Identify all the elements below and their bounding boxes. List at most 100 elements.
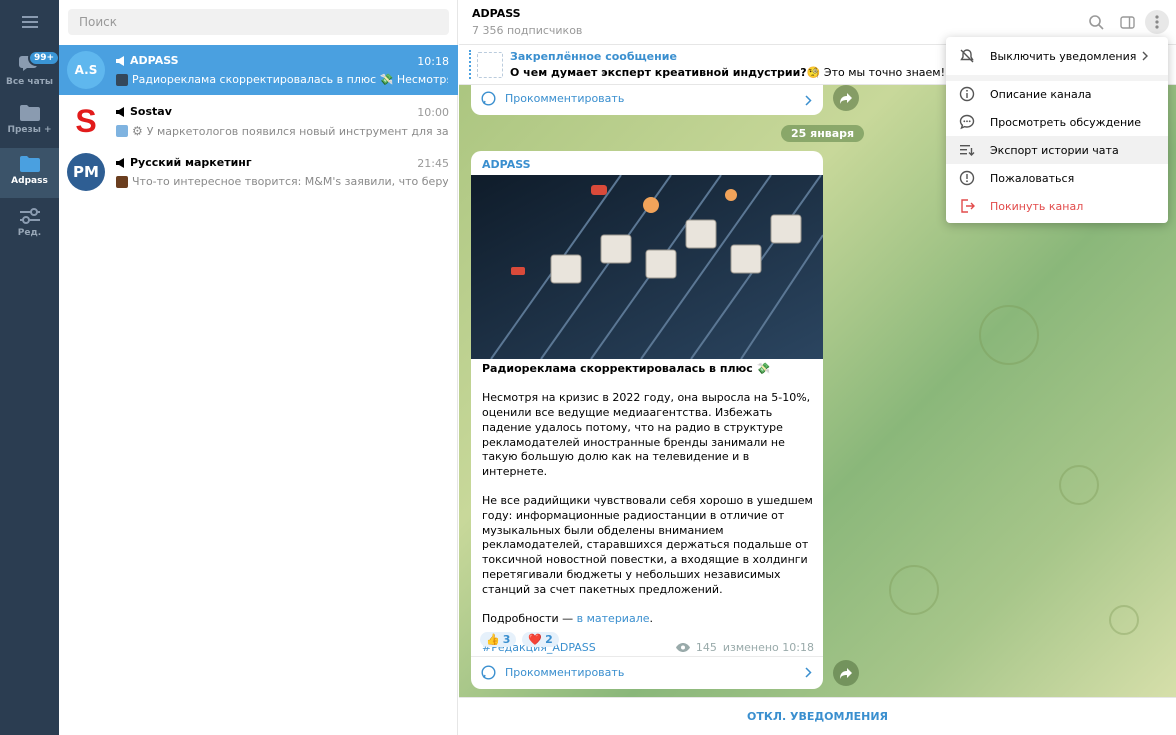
search-icon — [1088, 14, 1104, 30]
chat-time: 10:18 — [417, 55, 449, 68]
folder-label: Ред. — [17, 228, 42, 238]
chat-preview: У маркетологов появился новый инструмент… — [146, 124, 448, 138]
menu-label: Описание канала — [990, 87, 1092, 101]
menu-item-leave-channel[interactable]: Покинуть канал — [946, 192, 1168, 220]
folder-prezy[interactable]: Презы + — [0, 97, 59, 147]
discussion-icon — [959, 114, 975, 130]
view-count: 145 — [695, 641, 717, 654]
folders-rail: 99+ Все чаты Презы + Adpass Ред. — [0, 0, 61, 735]
more-button[interactable] — [1145, 10, 1169, 34]
background-doodle — [889, 565, 939, 615]
material-link[interactable]: в материале — [577, 612, 650, 625]
previous-post-bubble: Прокомментировать — [471, 85, 823, 115]
comment-button[interactable]: Прокомментировать — [481, 665, 624, 680]
pinned-thumbnail — [477, 52, 503, 78]
pinned-label: Закреплённое сообщение — [510, 50, 677, 63]
channel-icon — [116, 106, 124, 117]
more-prefix: Подробности — — [482, 611, 577, 625]
hamburger-icon — [21, 16, 38, 28]
comment-icon — [481, 665, 496, 680]
chat-name: ADPASS — [130, 54, 179, 67]
share-button[interactable] — [833, 85, 859, 111]
menu-item-export-history[interactable]: Экспорт истории чата — [946, 136, 1168, 164]
mixing-console-image — [471, 175, 823, 359]
post-author[interactable]: ADPASS — [482, 158, 531, 171]
chevron-right-icon — [1142, 51, 1148, 61]
report-icon — [959, 170, 975, 186]
menu-item-report[interactable]: Пожаловаться — [946, 164, 1168, 192]
post-meta: 145 изменено 10:18 — [675, 641, 814, 654]
search-input[interactable]: Поиск — [68, 9, 449, 35]
folder-label: Adpass — [11, 176, 48, 186]
chevron-right-icon — [805, 95, 812, 106]
gear-icon: ⚙ — [132, 124, 143, 138]
channel-title[interactable]: ADPASS — [472, 7, 521, 20]
menu-label: Пожаловаться — [990, 171, 1075, 185]
channel-icon — [116, 157, 124, 168]
menu-label: Выключить уведомления — [990, 49, 1137, 63]
search-button[interactable] — [1086, 12, 1106, 32]
post-photo-mixing-console[interactable] — [471, 175, 823, 359]
chat-preview: Радиореклама скорректировалась в плюс 💸 … — [132, 73, 448, 86]
avatar: A.S — [67, 51, 105, 89]
menu-label: Просмотреть обсуждение — [990, 115, 1142, 129]
heart-icon: ❤️ — [528, 633, 543, 646]
date-divider: 25 января — [781, 125, 865, 142]
chat-preview: Что-то интересное творится: M&M's заявил… — [132, 175, 448, 188]
post-body: Радиореклама скорректировалась в плюс 💸 … — [482, 362, 814, 671]
export-icon — [959, 142, 975, 158]
menu-label: Экспорт истории чата — [990, 143, 1119, 157]
sliders-icon — [19, 208, 40, 224]
main-menu-button[interactable] — [0, 0, 59, 44]
info-icon — [959, 86, 975, 102]
subscriber-count: 7 356 подписчиков — [472, 24, 583, 37]
post-paragraph-2: Не все радийщики чувствовали себя хорошо… — [482, 494, 813, 596]
share-button[interactable] — [833, 660, 859, 686]
chat-item-sostav[interactable]: S Sostav 10:00 ⚙ У маркетологов появился… — [59, 96, 458, 146]
post-paragraph-1: Несмотря на кризис в 2022 году, она выро… — [482, 391, 811, 478]
menu-item-channel-info[interactable]: Описание канала — [946, 80, 1168, 108]
sidebar-toggle-button[interactable] — [1117, 12, 1137, 32]
share-icon — [840, 667, 852, 679]
telegram-window: 99+ Все чаты Презы + Adpass Ред. Поиск A… — [0, 0, 1176, 735]
mute-notifications-button[interactable]: ОТКЛ. УВЕДОМЛЕНИЯ — [747, 710, 888, 723]
chat-item-adpass[interactable]: A.S ADPASS 10:18 Радиореклама скорректир… — [59, 45, 458, 95]
avatar: PM — [67, 153, 105, 191]
divider — [471, 656, 823, 657]
share-icon — [840, 92, 852, 104]
emoji-icon: 🧐 — [806, 66, 821, 79]
folder-all-chats[interactable]: 99+ Все чаты — [0, 45, 61, 95]
reaction-heart[interactable]: ❤️ 2 — [522, 632, 559, 647]
background-doodle — [1109, 605, 1139, 635]
eye-icon — [675, 643, 690, 652]
post-headline: Радиореклама скорректировалась в плюс 💸 — [482, 362, 771, 375]
pinned-text-bold: О чем думает эксперт креативной индустри… — [510, 66, 807, 79]
comment-button-top[interactable]: Прокомментировать — [481, 91, 624, 106]
bell-off-icon — [959, 48, 975, 64]
reaction-thumbs-up[interactable]: 👍 3 — [480, 632, 517, 647]
menu-item-mute[interactable]: Выключить уведомления — [946, 42, 1168, 70]
folder-label: Все чаты — [5, 77, 54, 87]
reactions: 👍 3 ❤️ 2 — [480, 632, 559, 647]
preview-thumbnail — [116, 73, 128, 86]
chat-time: 21:45 — [417, 157, 449, 170]
folder-icon — [19, 105, 40, 121]
preview-thumbnail — [116, 175, 128, 188]
mute-bar: ОТКЛ. УВЕДОМЛЕНИЯ — [459, 697, 1176, 735]
leave-icon — [959, 198, 975, 214]
chat-time: 10:00 — [417, 106, 449, 119]
chevron-right-icon — [805, 667, 812, 678]
folder-icon — [19, 156, 40, 172]
comment-icon — [481, 91, 496, 106]
menu-item-view-discussion[interactable]: Просмотреть обсуждение — [946, 108, 1168, 136]
folder-edit[interactable]: Ред. — [0, 200, 59, 250]
thumbs-up-icon: 👍 — [486, 633, 500, 646]
comment-label: Прокомментировать — [505, 666, 625, 679]
chat-item-russkiy-marketing[interactable]: PM Русский маркетинг 21:45 Что-то интере… — [59, 147, 458, 197]
channel-menu: Выключить уведомления Описание канала Пр… — [946, 37, 1168, 223]
chat-list-panel: Поиск A.S ADPASS 10:18 Радиореклама скор… — [59, 0, 458, 735]
folder-label: Презы + — [7, 125, 52, 135]
reaction-count: 3 — [502, 633, 511, 646]
edited-time: изменено 10:18 — [722, 641, 814, 654]
folder-adpass[interactable]: Adpass — [0, 148, 59, 198]
